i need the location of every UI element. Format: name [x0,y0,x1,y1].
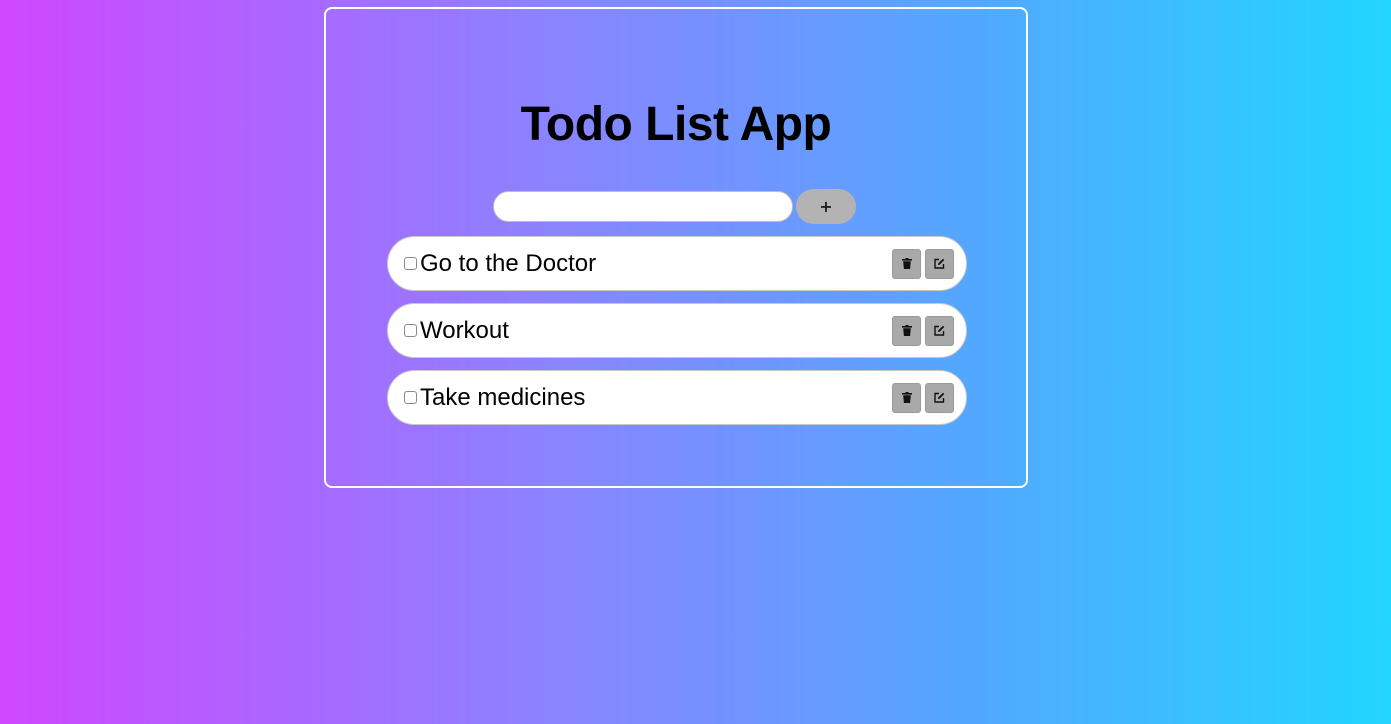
todo-text: Go to the Doctor [420,249,597,277]
todo-item: Workout [387,303,967,358]
edit-button[interactable] [925,382,954,413]
todo-checkbox[interactable] [404,324,417,337]
edit-button[interactable] [925,315,954,346]
todo-input[interactable] [493,190,793,222]
page-title: Todo List App [520,98,832,151]
todo-item: Take medicines [387,370,967,425]
todo-list: Go to the Doctor Workout Take medicines [387,236,967,437]
add-todo-form: + [493,188,856,224]
add-button[interactable]: + [796,188,856,224]
delete-button[interactable] [892,382,921,413]
edit-icon [934,325,945,336]
todo-text: Take medicines [420,383,586,411]
plus-icon: + [819,196,833,216]
edit-icon [934,392,945,403]
todo-text: Workout [420,316,509,344]
todo-checkbox[interactable] [404,391,417,404]
trash-icon [901,392,912,403]
app-card: Todo List App + Go to the Doctor Workout… [324,7,1028,488]
delete-button[interactable] [892,248,921,279]
trash-icon [901,258,912,269]
delete-button[interactable] [892,315,921,346]
todo-item: Go to the Doctor [387,236,967,291]
edit-button[interactable] [925,248,954,279]
trash-icon [901,325,912,336]
edit-icon [934,258,945,269]
todo-checkbox[interactable] [404,257,417,270]
